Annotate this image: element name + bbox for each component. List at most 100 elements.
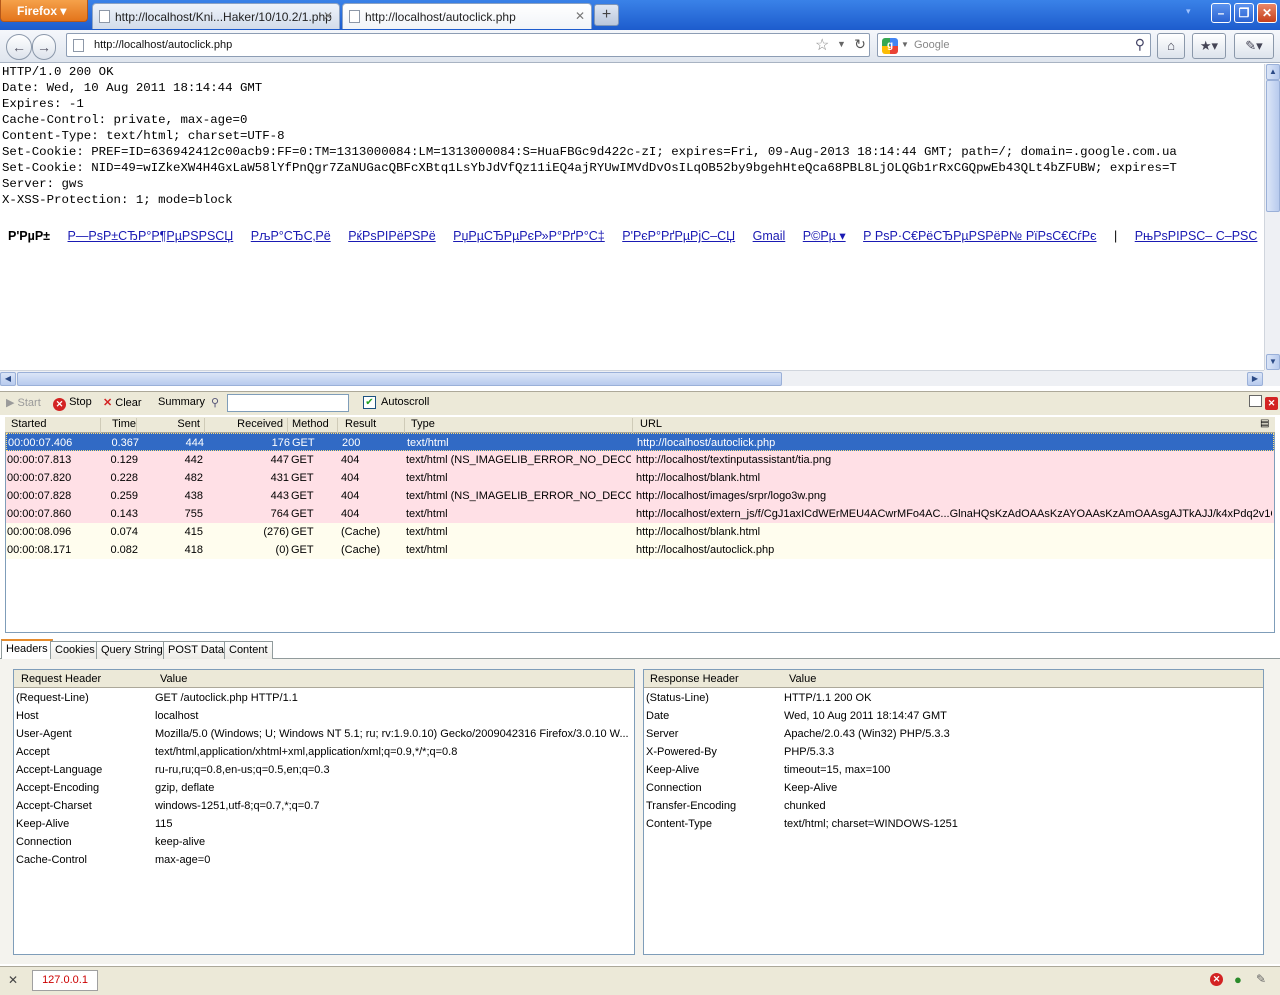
header-row[interactable]: Server Apache/2.0.43 (Win32) PHP/5.3.3 — [644, 725, 1263, 743]
back-button[interactable]: ← — [6, 34, 32, 60]
stop-button[interactable]: ✕ Stop — [53, 396, 92, 411]
summary-button[interactable]: Summary — [158, 396, 205, 408]
search-engine-dropdown-icon[interactable]: ▼ — [901, 40, 909, 49]
tab-cookies[interactable]: Cookies — [50, 641, 100, 659]
horizontal-scrollbar[interactable]: ◀ ▶ — [0, 370, 1264, 386]
header-row[interactable]: Accept-Charset windows-1251,utf-8;q=0.7,*… — [14, 797, 634, 815]
search-icon[interactable]: ⚲ — [1135, 36, 1145, 53]
tab-post-data[interactable]: POST Data — [163, 641, 230, 659]
google-link-scholar[interactable]: Р'РєР°РґРµРјС–СЏ — [622, 229, 735, 243]
google-link-translate[interactable]: РџРµСЂРµРєР»Р°РґР°С‡ — [453, 229, 605, 243]
header-row[interactable]: Transfer-Encoding chunked — [644, 797, 1263, 815]
google-link-news[interactable]: РќРѕРІРёРЅРё — [348, 229, 435, 243]
page-icon — [99, 10, 110, 23]
search-box[interactable]: g ▼ Google ⚲ — [877, 33, 1151, 57]
table-row[interactable]: 00:00:08.096 0.074 415 (276) GET (Cache) text/… — [6, 523, 1274, 541]
tab-list-icon[interactable]: ▾ — [1186, 6, 1191, 17]
google-link-maps[interactable]: РљР°СЂС‚Рё — [251, 229, 331, 243]
column-sent[interactable]: Sent — [145, 418, 205, 433]
reload-icon[interactable]: ↻ — [851, 36, 869, 54]
header-row[interactable]: Date Wed, 10 Aug 2011 18:14:47 GMT — [644, 707, 1263, 725]
globe-icon[interactable]: ● — [1234, 972, 1242, 987]
google-link-more[interactable]: Р©Рµ ▾ — [803, 229, 846, 243]
minimize-button[interactable]: – — [1211, 3, 1231, 23]
google-link-images[interactable]: Р—РѕР±СЂР°Р¶РµРЅРЅСЏ — [68, 229, 234, 243]
url-bar[interactable]: http://localhost/autoclick.php ☆ ▼ ↻ — [66, 33, 870, 57]
header-name: Keep-Alive — [646, 764, 700, 776]
google-icon[interactable]: g — [882, 38, 898, 54]
restore-panel-icon[interactable] — [1249, 395, 1262, 407]
google-link-gmail[interactable]: Gmail — [753, 229, 786, 243]
filter-input[interactable] — [227, 394, 349, 412]
ip-address-badge[interactable]: 127.0.0.1 — [32, 970, 98, 991]
column-time[interactable]: Time — [105, 418, 137, 433]
close-panel-icon[interactable]: ✕ — [1265, 395, 1278, 410]
clear-button[interactable]: ✕ Clear — [103, 396, 142, 409]
column-result[interactable]: Result — [345, 418, 405, 433]
header-row[interactable]: Connection keep-alive — [14, 833, 634, 851]
firefox-menu-button[interactable]: Firefox ▾ — [0, 0, 88, 22]
cell-started: 00:00:08.096 — [7, 526, 72, 538]
header-value: chunked — [784, 800, 826, 812]
table-row[interactable]: 00:00:07.820 0.228 482 431 GET 404 text/html ht… — [6, 469, 1274, 487]
bookmarks-button[interactable]: ★▾ — [1192, 33, 1226, 59]
header-row[interactable]: Accept-Language ru-ru,ru;q=0.8,en-us;q=0.… — [14, 761, 634, 779]
scroll-right-icon[interactable]: ▶ — [1247, 372, 1263, 386]
tab-2[interactable]: http://localhost/autoclick.php ✕ — [342, 3, 592, 29]
header-row[interactable]: Content-Type text/html; charset=WINDOWS-1… — [644, 815, 1263, 833]
header-row[interactable]: Connection Keep-Alive — [644, 779, 1263, 797]
tab-headers[interactable]: Headers — [1, 639, 53, 659]
column-url[interactable]: URL — [640, 418, 1040, 433]
addon-status-icon[interactable]: ✎ — [1256, 972, 1266, 986]
google-link-web[interactable]: Р'РµР± — [8, 229, 50, 243]
header-row[interactable]: Host localhost — [14, 707, 634, 725]
header-row[interactable]: (Status-Line) HTTP/1.1 200 OK — [644, 689, 1263, 707]
table-row[interactable]: 00:00:07.406 0.367 444 176 GET 200 text/html ht… — [6, 433, 1274, 451]
vertical-scrollbar[interactable]: ▲ ▼ — [1264, 64, 1280, 370]
scroll-thumb[interactable] — [1266, 80, 1280, 212]
header-row[interactable]: Accept text/html,application/xhtml+xml,ap… — [14, 743, 634, 761]
search-placeholder: Google — [914, 39, 950, 51]
tab-content[interactable]: Content — [224, 641, 273, 659]
autoscroll-checkbox[interactable]: ✔ — [363, 396, 376, 409]
header-row[interactable]: (Request-Line) GET /autoclick.php HTTP/1.… — [14, 689, 634, 707]
header-row[interactable]: Cache-Control max-age=0 — [14, 851, 634, 869]
column-started[interactable]: Started — [11, 418, 101, 433]
close-tab-icon[interactable]: ✕ — [575, 9, 585, 23]
scroll-up-icon[interactable]: ▲ — [1266, 64, 1280, 80]
google-link-language-tools[interactable]: РњРѕРІРЅС– С–РЅС — [1135, 229, 1258, 243]
cell-type: text/html — [406, 508, 448, 520]
maximize-button[interactable]: ❐ — [1234, 3, 1254, 23]
column-method[interactable]: Method — [292, 418, 338, 433]
scroll-down-icon[interactable]: ▼ — [1266, 354, 1280, 370]
scroll-thumb[interactable] — [17, 372, 782, 386]
header-row[interactable]: Keep-Alive 115 — [14, 815, 634, 833]
table-row[interactable]: 00:00:07.860 0.143 755 764 GET 404 text/html ht… — [6, 505, 1274, 523]
url-history-dropdown-icon[interactable]: ▼ — [837, 39, 846, 49]
column-type[interactable]: Type — [411, 418, 633, 433]
table-row[interactable]: 00:00:07.813 0.129 442 447 GET 404 text/html (… — [6, 451, 1274, 469]
addon-button[interactable]: ✎▾ — [1234, 33, 1274, 59]
header-row[interactable]: X-Powered-By PHP/5.3.3 — [644, 743, 1263, 761]
bookmark-star-icon[interactable]: ☆ — [815, 35, 829, 55]
close-window-button[interactable]: ✕ — [1257, 3, 1277, 23]
header-row[interactable]: Keep-Alive timeout=15, max=100 — [644, 761, 1263, 779]
start-button[interactable]: ▶ Start — [6, 396, 41, 409]
header-row[interactable]: Accept-Encoding gzip, deflate — [14, 779, 634, 797]
tab-query-string[interactable]: Query String — [96, 641, 168, 659]
tab-1[interactable]: http://localhost/Kni...Haker/10/10.2/1.p… — [92, 3, 340, 29]
close-addon-bar-icon[interactable]: ✕ — [8, 973, 18, 987]
header-row[interactable]: User-Agent Mozilla/5.0 (Windows; U; Windo… — [14, 725, 634, 743]
url-text[interactable]: http://localhost/autoclick.php — [94, 39, 232, 51]
column-received[interactable]: Received — [208, 418, 288, 433]
google-link-advanced-search[interactable]: Р РѕР·С€РёСЂРµРЅРёР№ РїРѕС€СѓРє — [863, 229, 1096, 243]
table-row[interactable]: 00:00:07.828 0.259 438 443 GET 404 text/html (… — [6, 487, 1274, 505]
table-row[interactable]: 00:00:08.171 0.082 418 (0) GET (Cache) text/ht… — [6, 541, 1274, 559]
close-tab-icon[interactable]: ✕ — [323, 9, 333, 23]
home-button[interactable]: ⌂ — [1157, 33, 1185, 59]
error-icon[interactable]: ✕ — [1210, 973, 1223, 986]
scroll-left-icon[interactable]: ◀ — [0, 372, 16, 386]
column-chooser-icon[interactable]: ▤ — [1260, 418, 1269, 429]
new-tab-button[interactable]: + — [594, 4, 619, 26]
forward-button[interactable]: → — [32, 34, 56, 60]
